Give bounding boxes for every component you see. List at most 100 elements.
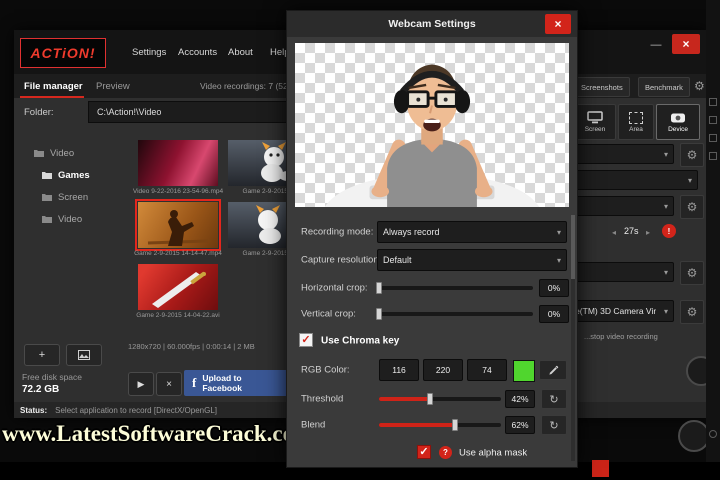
side-dock: [706, 0, 720, 480]
blend-label: Blend: [301, 419, 326, 431]
dock-icon[interactable]: [709, 98, 717, 106]
capture-resolution-label: Capture resolution:: [301, 254, 382, 266]
chroma-key-label: Use Chroma key: [321, 335, 400, 347]
video-thumbnail[interactable]: [138, 264, 218, 310]
sidebar-item-label: Video: [50, 147, 75, 159]
settings-dropdown[interactable]: ▾: [576, 144, 674, 164]
dialog-close-button[interactable]: ×: [545, 14, 571, 34]
threshold-slider[interactable]: [379, 393, 501, 405]
camera-device-value: rse(TM) 3D Camera Vir: [568, 306, 657, 316]
close-icon: ×: [682, 37, 690, 51]
gear-icon: ⚙: [686, 266, 698, 280]
settings-gear-button[interactable]: ⚙: [680, 195, 704, 219]
blend-row: Blend 62% ↻: [287, 415, 579, 435]
facebook-icon: f: [192, 375, 197, 390]
menu-settings[interactable]: Settings: [132, 30, 166, 74]
dock-icon[interactable]: [709, 116, 717, 124]
capture-mode-label: Area: [629, 125, 643, 133]
threshold-value: 42%: [505, 390, 535, 408]
webcam-person-image: [324, 64, 540, 207]
threshold-reset-button[interactable]: ↻: [541, 389, 567, 409]
folder-path-input[interactable]: C:\Action!\Video: [88, 101, 288, 123]
increase-arrow-icon[interactable]: ▸: [646, 228, 650, 237]
eyedropper-button[interactable]: [539, 360, 567, 380]
minimize-button[interactable]: —: [644, 36, 668, 54]
dock-icon[interactable]: [709, 152, 717, 160]
minimize-icon: —: [650, 39, 662, 51]
screen: ACTiON! Settings Accounts About Help — ×…: [0, 0, 720, 480]
vertical-crop-slider[interactable]: [376, 308, 533, 320]
horizontal-crop-slider[interactable]: [376, 282, 533, 294]
screenshots-button[interactable]: Screenshots: [574, 77, 630, 97]
gallery-button[interactable]: [66, 344, 102, 366]
decrease-arrow-icon[interactable]: ◂: [612, 228, 616, 237]
chroma-key-checkbox[interactable]: ✓: [299, 333, 313, 347]
sidebar-item-games[interactable]: Games: [42, 168, 90, 182]
video-thumbnail[interactable]: [138, 140, 218, 186]
menu-about[interactable]: About: [228, 30, 253, 74]
capture-resolution-select[interactable]: Default ▾: [377, 249, 567, 271]
slider-handle[interactable]: [376, 308, 382, 320]
blend-reset-button[interactable]: ↻: [541, 415, 567, 435]
capture-mode-screen-button[interactable]: Screen: [574, 104, 616, 140]
game-thumbnail-art: [152, 271, 206, 308]
gear-icon: ⚙: [686, 200, 698, 214]
folder-label: Folder:: [24, 106, 54, 118]
benchmark-button[interactable]: Benchmark: [638, 77, 690, 97]
video-thumbnail-label: Game 2-9-2015 14-04-22.avi: [136, 312, 220, 319]
slider-handle[interactable]: [427, 393, 434, 405]
alpha-mask-row: ✓ ? Use alpha mask: [287, 445, 579, 461]
rgb-g-input[interactable]: 220: [423, 359, 463, 381]
status-label: Status:: [20, 405, 48, 415]
game-thumbnail-art: [147, 210, 209, 246]
tab-file-manager[interactable]: File manager: [24, 74, 83, 98]
slider-handle[interactable]: [376, 282, 382, 294]
video-thumbnail-label: Game 2-9-2015 14-14-47.mp4: [134, 250, 222, 257]
file-info: 1280x720 | 60.000fps | 0:00:14 | 2 MB: [128, 342, 255, 351]
recording-mode-select[interactable]: Always record ▾: [377, 221, 567, 243]
menu-accounts[interactable]: Accounts: [178, 30, 217, 74]
rgb-b-input[interactable]: 74: [467, 359, 507, 381]
play-icon: ▶: [137, 378, 145, 389]
warning-icon: !: [662, 224, 676, 238]
dialog-titlebar: Webcam Settings ×: [287, 11, 577, 37]
horizontal-crop-value: 0%: [539, 279, 569, 297]
sidebar-item-video[interactable]: Video: [34, 146, 74, 160]
folder-icon: [42, 172, 52, 179]
settings-dropdown[interactable]: ▾: [576, 170, 698, 190]
video-thumbnail-selected[interactable]: [135, 199, 221, 251]
play-button[interactable]: ▶: [128, 372, 154, 396]
area-icon: [629, 111, 643, 124]
taskbar-action-icon[interactable]: [592, 460, 609, 477]
blend-slider[interactable]: [379, 419, 501, 431]
chevron-down-icon: ▾: [556, 255, 561, 265]
window-close-button[interactable]: ×: [672, 34, 700, 54]
sidebar-item-video2[interactable]: Video: [42, 212, 82, 226]
settings-dropdown[interactable]: ▾: [576, 196, 674, 216]
settings-gear-icon[interactable]: ⚙: [694, 74, 705, 98]
capture-mode-area-button[interactable]: Area: [618, 104, 654, 140]
slider-handle[interactable]: [451, 419, 458, 431]
help-icon[interactable]: ?: [439, 446, 452, 459]
settings-gear-button[interactable]: ⚙: [680, 300, 704, 324]
alpha-mask-checkbox[interactable]: ✓: [417, 445, 431, 459]
webcam-preview: [295, 43, 569, 207]
rgb-color-label: RGB Color:: [301, 364, 350, 376]
delete-button[interactable]: ×: [156, 372, 182, 396]
rgb-r-input[interactable]: 116: [379, 359, 419, 381]
webcam-settings-dialog: Webcam Settings × Recording mode: Always…: [286, 10, 578, 468]
dialog-scrollbar[interactable]: [571, 215, 575, 461]
sidebar-item-screen[interactable]: Screen: [42, 190, 88, 204]
settings-dropdown[interactable]: ▾: [576, 262, 674, 282]
dock-icon[interactable]: [709, 134, 717, 142]
scrollbar-thumb[interactable]: [571, 215, 575, 279]
settings-gear-button[interactable]: ⚙: [680, 143, 704, 167]
settings-gear-button[interactable]: ⚙: [680, 261, 704, 285]
folder-icon: [42, 194, 52, 201]
tab-preview[interactable]: Preview: [96, 74, 130, 98]
capture-mode-device-button[interactable]: Device: [656, 104, 700, 140]
dock-icon[interactable]: [709, 430, 717, 438]
upload-facebook-button[interactable]: f Upload to Facebook: [184, 370, 288, 396]
add-folder-button[interactable]: +: [24, 344, 60, 366]
folder-icon: [42, 216, 52, 223]
